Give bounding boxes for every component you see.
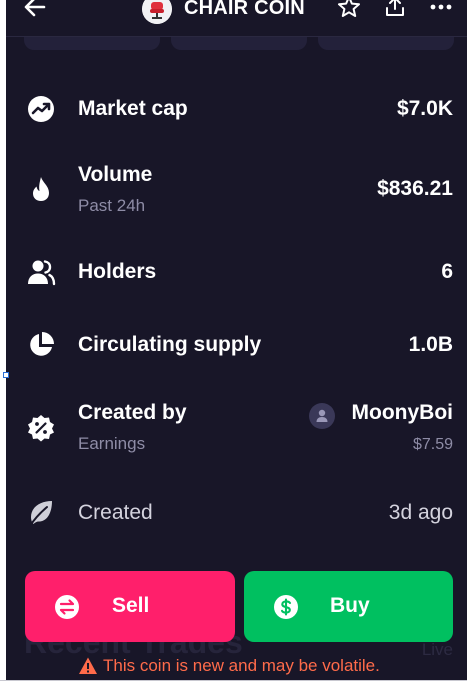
percent-badge-icon	[28, 415, 54, 442]
stat-row-circulating-supply: Circulating supply 1.0B	[6, 328, 467, 368]
live-label: Live	[421, 640, 453, 659]
stat-row-market-cap: Market cap $7.0K	[6, 92, 467, 132]
resize-handle[interactable]	[3, 372, 9, 378]
market-cap-label: Market cap	[78, 97, 188, 120]
volatility-warning: This coin is new and may be volatile.	[103, 656, 380, 675]
chair-icon	[142, 0, 172, 24]
leaf-icon	[29, 501, 52, 527]
trending-up-icon	[28, 96, 54, 122]
flame-icon	[33, 177, 49, 201]
holders-label: Holders	[78, 260, 157, 283]
created-by-sublabel: Earnings	[78, 434, 146, 453]
coin-title: CHAIR COIN	[184, 0, 305, 19]
market-cap-value: $7.0K	[396, 97, 453, 120]
coin-logo	[142, 0, 172, 24]
app-header: CHAIR COIN	[6, 0, 467, 37]
share-icon[interactable]	[382, 0, 408, 20]
dollar-circle-icon	[274, 595, 298, 619]
buy-button[interactable]: Buy	[244, 571, 453, 642]
circulating-supply-value: 1.0B	[408, 333, 453, 356]
creator-earnings: $7.59	[412, 436, 453, 453]
window-edge	[0, 0, 5, 687]
more-horizontal-icon[interactable]	[428, 0, 454, 20]
circulating-supply-label: Circulating supply	[78, 333, 262, 356]
stat-row-created-by: Created by Earnings MoonyBoi $7.59	[6, 398, 467, 468]
volume-sublabel: Past 24h	[78, 196, 146, 215]
bottom-margin	[0, 680, 467, 687]
stat-row-created: Created 3d ago	[6, 496, 467, 536]
swap-icon	[55, 595, 79, 619]
creator-avatar[interactable]	[309, 403, 335, 429]
created-by-label: Created by	[78, 401, 187, 424]
star-icon[interactable]	[336, 0, 362, 20]
sell-label: Sell	[112, 594, 150, 617]
stat-row-volume: Volume Past 24h $836.21	[6, 160, 467, 220]
stat-row-holders: Holders 6	[6, 255, 467, 295]
volume-value: $836.21	[377, 177, 453, 200]
coin-detail-screen: CHAIR COIN Market cap $7.0K Volume Past …	[6, 0, 467, 687]
sell-button[interactable]: Sell	[25, 571, 235, 642]
created-label: Created	[78, 501, 153, 524]
holders-value: 6	[441, 260, 453, 283]
creator-name[interactable]: MoonyBoi	[352, 401, 453, 425]
users-icon	[28, 260, 56, 286]
created-value: 3d ago	[388, 501, 453, 524]
arrow-left-icon[interactable]	[22, 0, 48, 20]
pie-chart-icon	[30, 332, 54, 356]
warning-icon	[79, 657, 97, 674]
bottom-divider	[0, 680, 467, 681]
volume-label: Volume	[78, 163, 153, 186]
buy-label: Buy	[330, 594, 370, 617]
user-icon	[316, 409, 328, 422]
